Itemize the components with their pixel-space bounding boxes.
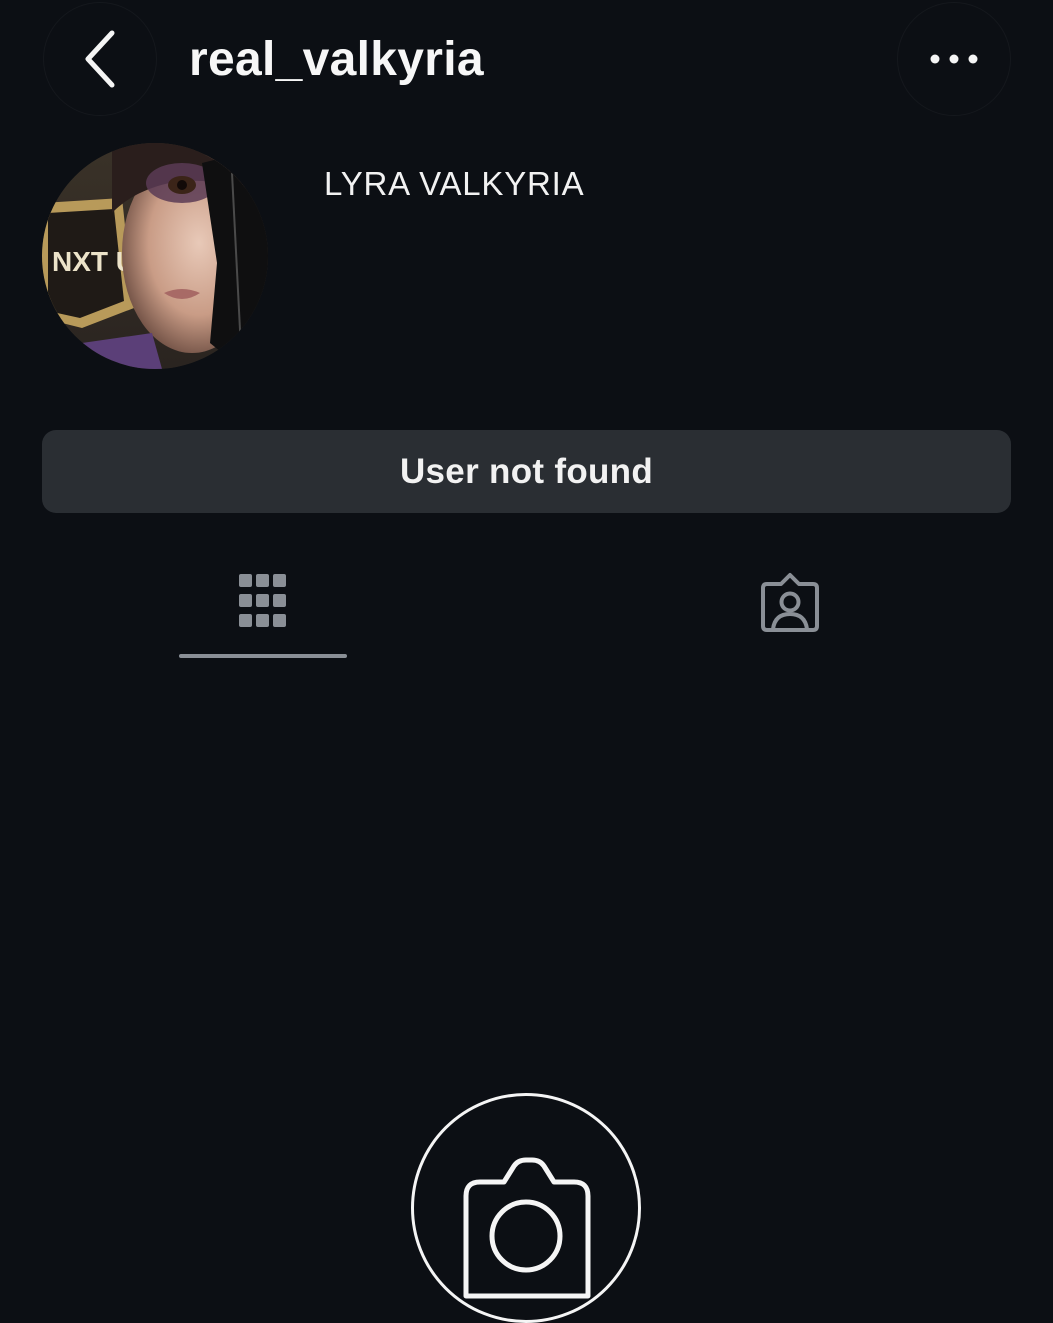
tab-tagged[interactable] (706, 560, 874, 660)
profile-username: real_valkyria (189, 33, 484, 86)
top-bar: real_valkyria (0, 0, 1053, 120)
camera-icon (463, 1157, 591, 1299)
tagged-person-icon (761, 573, 819, 632)
user-not-found-banner: User not found (42, 430, 1011, 513)
more-options-button[interactable] (897, 2, 1011, 116)
profile-avatar[interactable]: NXT UK (42, 143, 268, 369)
status-message: User not found (399, 451, 654, 491)
no-posts-camera-circle (411, 1093, 641, 1323)
active-tab-indicator (179, 654, 347, 658)
grid-icon (239, 574, 286, 627)
back-button[interactable] (43, 2, 157, 116)
more-horizontal-icon (930, 54, 978, 64)
tab-posts-grid[interactable] (179, 560, 347, 660)
chevron-left-icon (85, 30, 115, 88)
avatar-image: NXT UK (42, 143, 268, 369)
profile-display-name: LYRA VALKYRIA (324, 165, 585, 202)
